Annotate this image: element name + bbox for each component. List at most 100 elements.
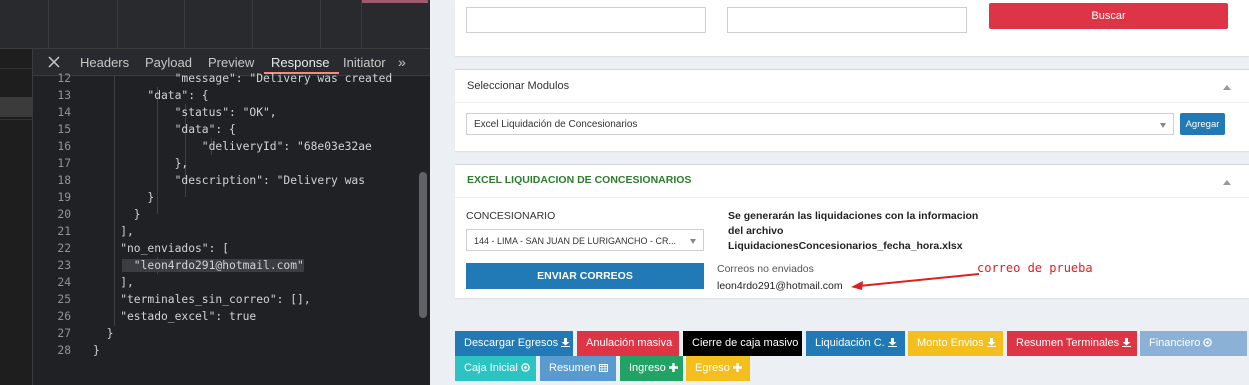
download-icon [558, 337, 571, 349]
line-number: 13 [57, 89, 71, 102]
send-emails-button[interactable]: ENVIAR CORREOS [466, 263, 704, 289]
code-line: 23 "leon4rdo291@hotmail.com" [33, 257, 430, 274]
code-text: "status": "OK", [174, 106, 277, 119]
chevron-down-icon [1160, 123, 1166, 128]
info-text: Se generarán las liquidaciones con la in… [728, 209, 988, 254]
collapse-icon[interactable] [1223, 179, 1231, 185]
action-button-resumen[interactable]: Resumen [540, 356, 616, 381]
code-line: 20} [33, 206, 430, 223]
concesionario-label: CONCESIONARIO [466, 210, 556, 222]
excel-card: EXCEL LIQUIDACION DE CONCESIONARIOS CONC… [455, 164, 1249, 298]
action-button-label: Ingreso [629, 362, 666, 374]
code-text: "estado_excel": true [120, 310, 257, 323]
code-line: 12 "message": "Delivery was created [33, 70, 430, 87]
code-line: 26 "estado_excel": true [33, 308, 430, 325]
download-icon [984, 337, 996, 349]
chevron-down-icon [690, 239, 696, 244]
web-app: Buscar Seleccionar Modulos Excel Liquida… [430, 0, 1249, 385]
plus-icon [730, 362, 742, 374]
line-number: 21 [57, 225, 71, 238]
action-button-financiero[interactable]: Financiero [1140, 331, 1247, 356]
line-number: 12 [57, 72, 71, 85]
action-button-resumen-terminales[interactable]: Resumen Terminales [1007, 331, 1137, 356]
action-button-label: Monto Envios [917, 337, 984, 349]
action-button-ingreso[interactable]: Ingreso [620, 356, 683, 381]
action-button-label: Financiero [1149, 337, 1201, 349]
modules-card-title: Seleccionar Modulos [467, 80, 570, 92]
line-number: 20 [57, 208, 71, 221]
line-number: 25 [57, 293, 71, 306]
code-text: "data": { [174, 123, 236, 136]
line-number: 23 [57, 259, 71, 272]
action-button-label: Liquidación C. [815, 337, 885, 349]
action-button-label: Descargar Egresos [464, 337, 559, 349]
circle-icon [518, 362, 530, 374]
info-line-1: Se generarán las liquidaciones con la in… [728, 210, 979, 222]
action-button-label: Egreso [695, 362, 730, 374]
code-line: 17}, [33, 155, 430, 172]
action-button-anulaci-n-masiva[interactable]: Anulación masiva [577, 331, 679, 356]
line-number: 26 [57, 310, 71, 323]
code-text: } [93, 344, 100, 357]
not-sent-label: Correos no enviados [717, 263, 814, 275]
action-button-descargar-egresos[interactable]: Descargar Egresos [455, 331, 573, 356]
devtools-request-list[interactable] [0, 49, 33, 385]
code-line: 27} [33, 325, 430, 342]
close-icon[interactable] [46, 53, 62, 71]
code-line: 18 "description": "Delivery was [33, 172, 430, 189]
response-viewer: 12 "message": "Delivery was created 13 "dat… [33, 72, 430, 385]
code-text: ], [120, 276, 134, 289]
action-button-label: Caja Inicial [464, 362, 518, 374]
action-button-cierre-de-caja-masivo[interactable]: Cierre de caja masivo [683, 331, 802, 356]
code-line: 16 "deliveryId": "68e03e32ae [33, 138, 430, 155]
search-card: Buscar [455, 0, 1249, 56]
response-scrollbar-thumb[interactable] [419, 172, 427, 318]
excel-card-title: EXCEL LIQUIDACION DE CONCESIONARIOS [467, 174, 692, 186]
code-line: 15 "data": { [33, 121, 430, 138]
annotation-text: correo de prueba [977, 261, 1093, 275]
info-line-2: del archivo [728, 225, 784, 237]
action-button-egreso[interactable]: Egreso [686, 356, 750, 381]
action-button-label: Anulación masiva [586, 337, 673, 349]
code-line: 22 "no_enviados": [ [33, 240, 430, 257]
annotation-arrow-icon [851, 273, 980, 290]
code-line: 28} [33, 342, 430, 359]
code-text: "message": "Delivery was created [174, 72, 393, 85]
line-number: 15 [57, 123, 71, 136]
code-line: 13 "data": { [33, 87, 430, 104]
circle-icon [1200, 337, 1213, 349]
add-module-button[interactable]: Agregar [1180, 113, 1225, 135]
code-text: "description": "Delivery was [174, 174, 366, 187]
module-select[interactable]: Excel Liquidación de Concesionarios [466, 113, 1174, 135]
code-line: 25 "terminales_sin_correo": [], [33, 291, 430, 308]
code-text: } [106, 327, 114, 340]
code-text: "no_enviados": [ [120, 242, 230, 255]
code-text: ], [120, 225, 134, 238]
action-button-label: Cierre de caja masivo [692, 337, 799, 349]
collapse-icon[interactable] [1223, 84, 1231, 90]
code-text: } [147, 191, 155, 204]
module-select-value: Excel Liquidación de Concesionarios [474, 119, 638, 130]
line-number: 16 [57, 140, 71, 153]
download-icon [885, 337, 897, 349]
search-button[interactable]: Buscar [989, 3, 1228, 29]
code-text: "terminales_sin_correo": [], [120, 293, 311, 306]
devtools-network-waterfall [0, 0, 430, 49]
line-number: 28 [57, 344, 71, 357]
action-button-caja-inicial[interactable]: Caja Inicial [455, 356, 536, 381]
concesionario-select[interactable]: 144 - LIMA - SAN JUAN DE LURIGANCHO - CR… [466, 229, 704, 251]
line-number: 24 [57, 276, 71, 289]
plus-icon [666, 362, 678, 374]
action-button-monto-envios[interactable]: Monto Envios [908, 331, 1003, 356]
not-sent-email: leon4rdo291@hotmail.com [717, 280, 843, 292]
highlighted-string: "leon4rdo291@hotmail.com" [121, 259, 304, 272]
search-field-2[interactable] [727, 7, 967, 33]
action-button-label: Resumen [549, 362, 597, 374]
line-number: 22 [57, 242, 71, 255]
line-number: 18 [57, 174, 71, 187]
code-text: "leon4rdo291@hotmail.com" [121, 257, 304, 274]
code-text: "data": { [147, 89, 209, 102]
concesionario-select-value: 144 - LIMA - SAN JUAN DE LURIGANCHO - CR… [474, 236, 677, 246]
search-field-1[interactable] [466, 7, 706, 33]
action-button-liquidaci-n-c[interactable]: Liquidación C. [806, 331, 905, 356]
